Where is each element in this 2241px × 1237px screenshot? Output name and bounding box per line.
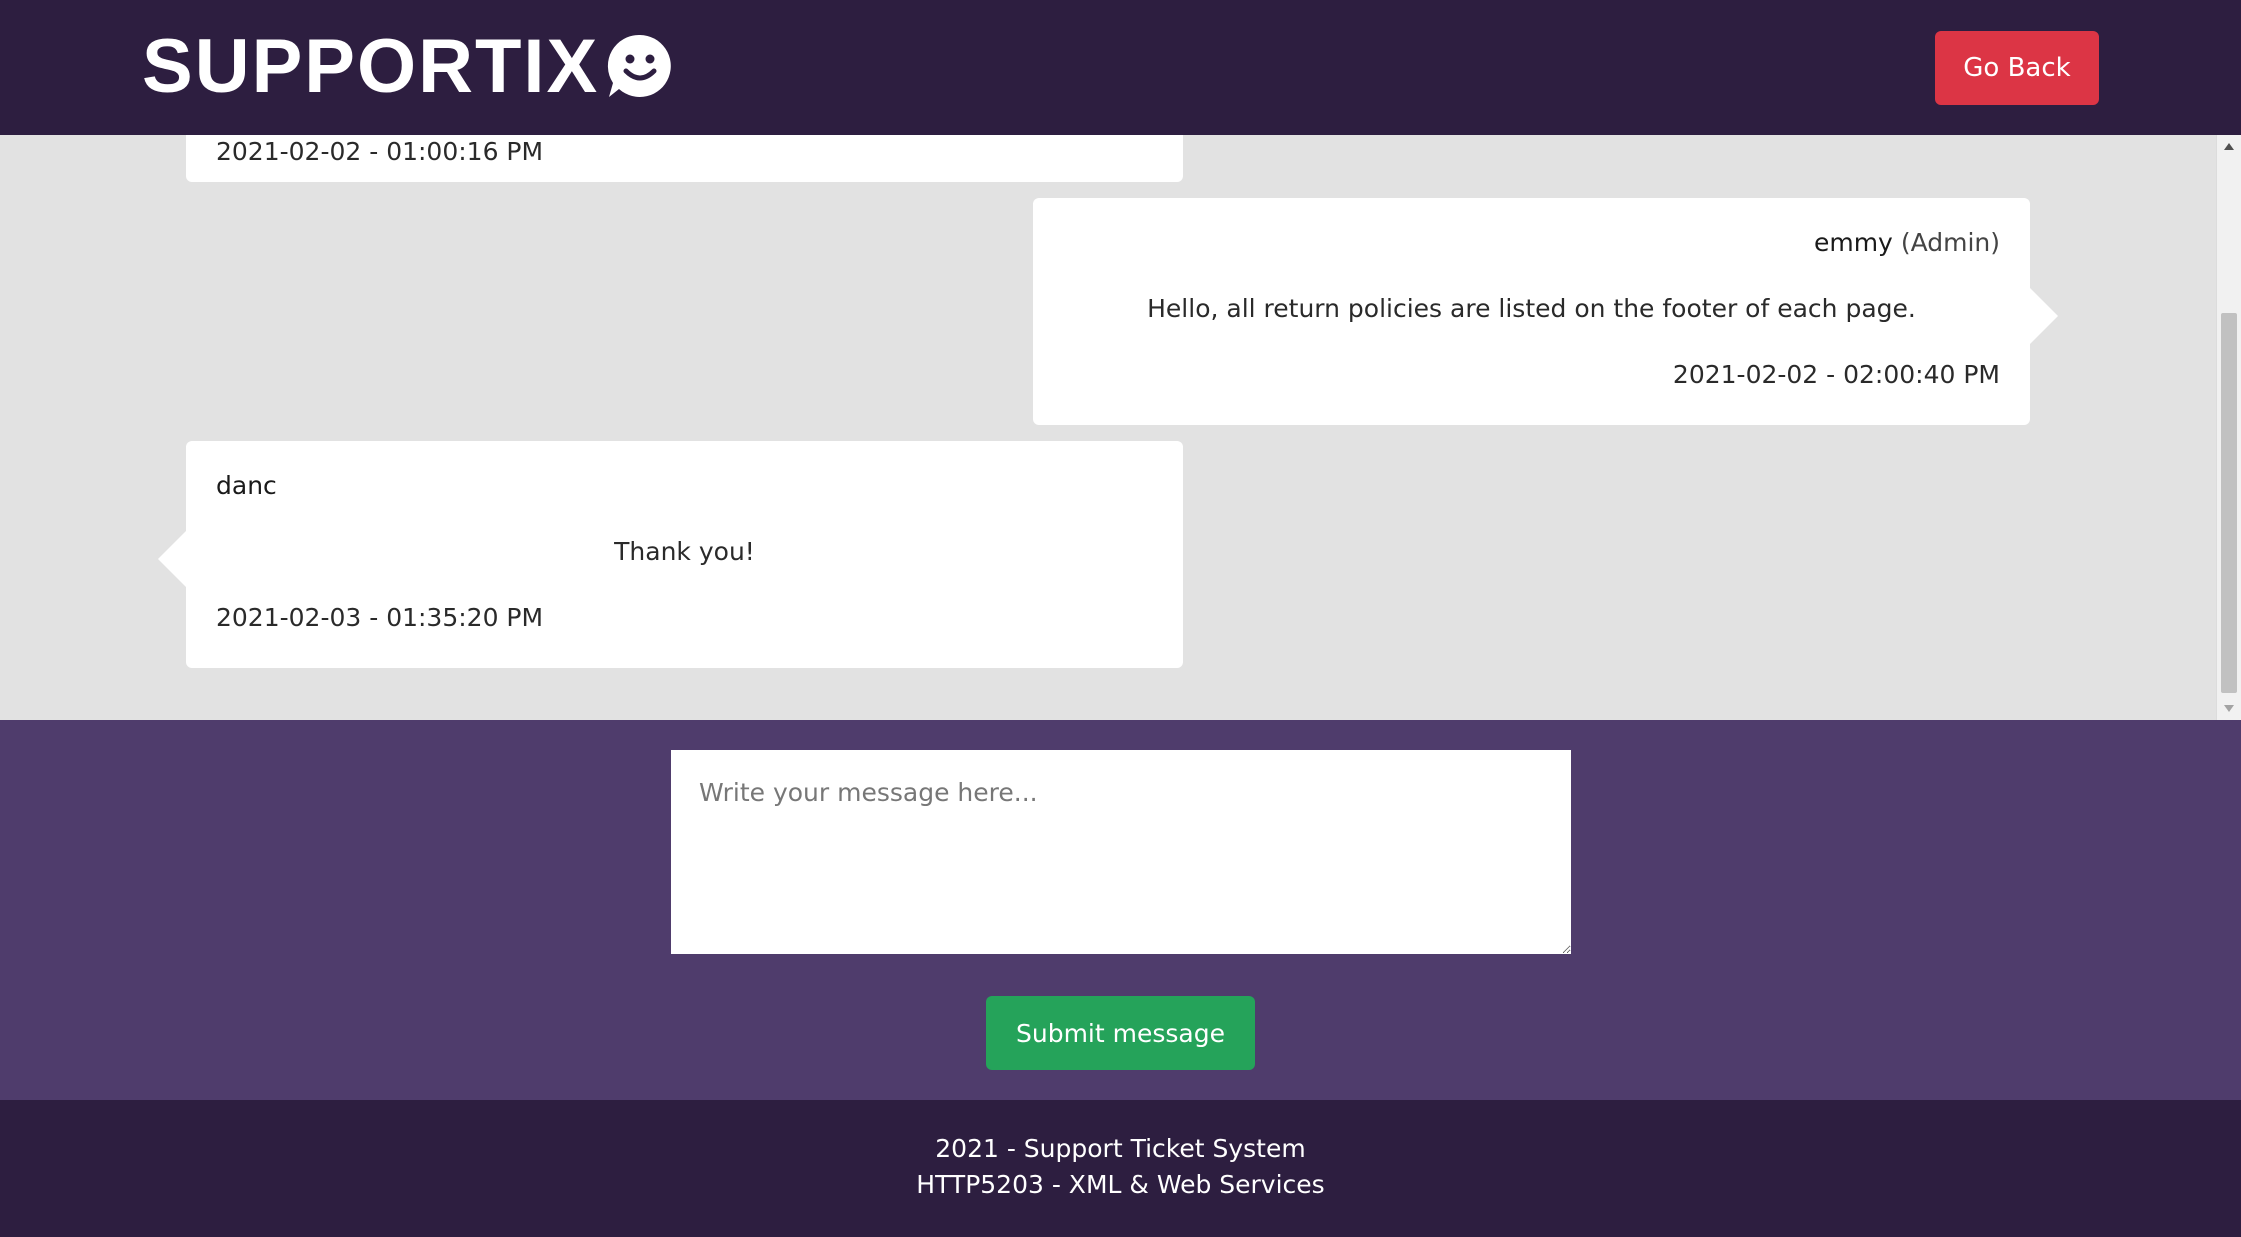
compose-section: Submit message bbox=[0, 720, 2241, 1100]
message-text: Hello, all return policies are listed on… bbox=[1147, 294, 1916, 323]
bubble-tail bbox=[2030, 288, 2058, 344]
message-thread[interactable]: 2021-02-02 - 01:00:16 PM emmy (Admin) He… bbox=[0, 135, 2241, 720]
message-author: emmy (Admin) bbox=[1814, 228, 2000, 257]
footer-line-1: 2021 - Support Ticket System bbox=[935, 1134, 1306, 1163]
author-role: (Admin) bbox=[1900, 228, 2000, 257]
message-bubble-right: emmy (Admin) Hello, all return policies … bbox=[1033, 198, 2058, 425]
message-timestamp: 2021-02-03 - 01:35:20 PM bbox=[216, 603, 544, 632]
scroll-thumb[interactable] bbox=[2221, 313, 2237, 693]
smiley-chat-icon bbox=[608, 34, 671, 97]
author-name: danc bbox=[216, 471, 277, 500]
footer-line-2: HTTP5203 - XML & Web Services bbox=[916, 1170, 1325, 1199]
app-logo[interactable]: SUPPORTIX bbox=[142, 23, 675, 109]
scroll-down-arrow-icon[interactable] bbox=[2224, 705, 2234, 712]
page-footer: 2021 - Support Ticket System HTTP5203 - … bbox=[0, 1100, 2241, 1237]
thread-scrollbar[interactable] bbox=[2216, 135, 2241, 720]
message-timestamp: 2021-02-02 - 02:00:40 PM bbox=[1672, 360, 2000, 389]
top-navbar: SUPPORTIX Go Back bbox=[0, 0, 2241, 135]
message-bubble-left: 2021-02-02 - 01:00:16 PM bbox=[186, 135, 1183, 182]
author-name: emmy bbox=[1813, 228, 1893, 257]
scroll-up-arrow-icon[interactable] bbox=[2224, 143, 2234, 150]
message-author: danc bbox=[216, 471, 277, 500]
message-text: Thank you! bbox=[614, 537, 755, 566]
message-timestamp: 2021-02-02 - 01:00:16 PM bbox=[216, 137, 544, 166]
message-input[interactable] bbox=[671, 750, 1571, 954]
bubble-tail bbox=[158, 531, 186, 587]
submit-message-button[interactable]: Submit message bbox=[986, 996, 1255, 1070]
message-bubble-left: danc Thank you! 2021-02-03 - 01:35:20 PM bbox=[158, 441, 1183, 668]
go-back-button[interactable]: Go Back bbox=[1935, 31, 2099, 105]
logo-text: SUPPORTIX bbox=[142, 23, 600, 109]
